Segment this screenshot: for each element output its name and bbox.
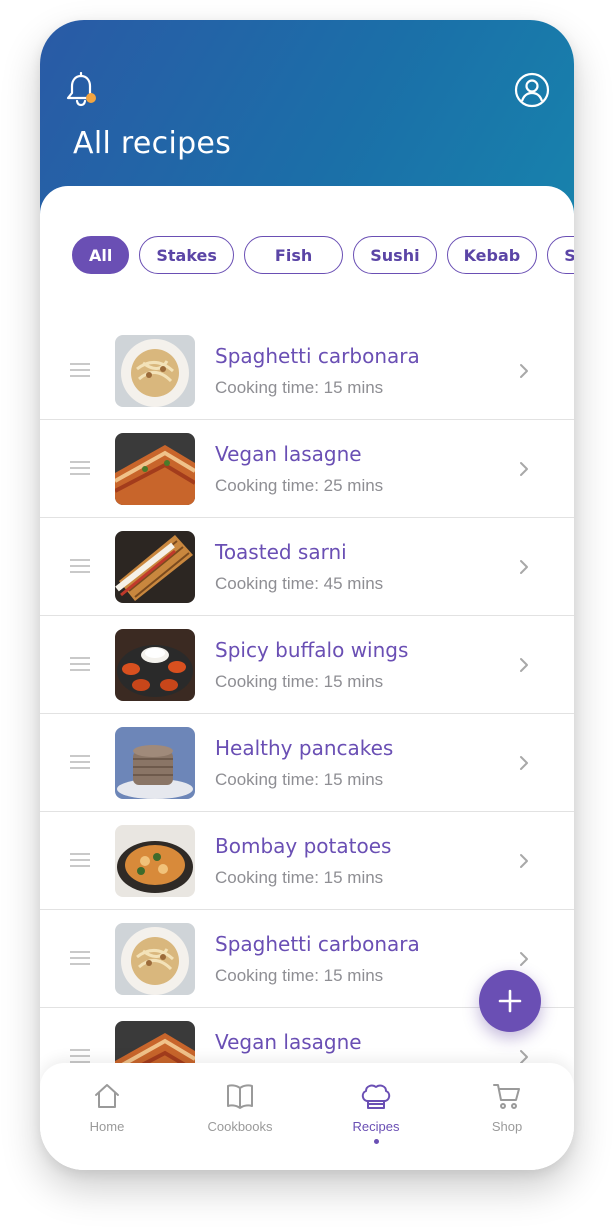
recipe-thumbnail-sandwich [115, 531, 195, 603]
recipe-title: Vegan lasagne [215, 1030, 362, 1054]
recipe-row[interactable]: Toasted sarni Cooking time: 45 mins [40, 518, 574, 616]
cart-icon [493, 1084, 520, 1109]
recipe-cooking-time: Cooking time: 15 mins [215, 868, 384, 887]
chip-stakes[interactable]: Stakes [139, 236, 234, 274]
chip-kebab[interactable]: Kebab [446, 236, 538, 274]
recipe-cooking-time: Cooking time: 15 mins [215, 770, 384, 789]
recipe-row[interactable]: Spicy buffalo wings Cooking time: 15 min… [40, 616, 574, 714]
recipe-cooking-time: Cooking time: 15 mins [215, 966, 384, 985]
chip-all[interactable]: All [72, 236, 130, 274]
recipe-row[interactable]: Healthy pancakes Cooking time: 15 mins [40, 714, 574, 812]
recipe-row[interactable]: Spaghetti carbonara Cooking time: 15 min… [40, 322, 574, 420]
chip-salads[interactable]: Salads [547, 236, 574, 274]
active-tab-indicator [374, 1139, 379, 1144]
home-icon [95, 1084, 119, 1108]
recipe-title: Vegan lasagne [215, 442, 362, 466]
recipe-title: Bombay potatoes [215, 834, 392, 858]
drag-handle-icon[interactable] [70, 755, 90, 770]
recipe-title: Spaghetti carbonara [215, 932, 420, 956]
chevron-right-icon [520, 462, 528, 476]
page-title: All recipes [73, 126, 232, 161]
recipe-row[interactable]: Bombay potatoes Cooking time: 15 mins [40, 812, 574, 910]
add-recipe-button[interactable] [479, 970, 541, 1032]
recipe-cooking-time: Cooking time: 25 mins [215, 476, 384, 495]
recipe-title: Spaghetti carbonara [215, 344, 420, 368]
filter-chips: AllStakesFishSushiKebab Salads [72, 236, 574, 276]
drag-handle-icon[interactable] [70, 951, 90, 966]
drag-handle-icon[interactable] [70, 657, 90, 672]
book-icon [227, 1084, 253, 1109]
plus-icon [498, 989, 522, 1013]
phone-frame: All recipes AllStakesFishSushiKebab Salad… [40, 20, 574, 1170]
tab-label: Shop [491, 1119, 523, 1134]
recipe-cooking-time: Cooking time: 45 mins [215, 574, 384, 593]
chip-fish[interactable]: Fish [243, 236, 344, 274]
tab-home[interactable]: Home [57, 1081, 157, 1151]
tab-label: Recipes [352, 1119, 400, 1134]
recipe-thumbnail-pancakes [115, 727, 195, 799]
tab-shop[interactable]: Shop [457, 1081, 557, 1151]
notification-dot [86, 93, 96, 103]
recipe-title: Toasted sarni [215, 540, 347, 564]
chip-sushi[interactable]: Sushi [353, 236, 437, 274]
chevron-right-icon [520, 756, 528, 770]
recipe-thumbnail-wings [115, 629, 195, 701]
tab-cookbooks[interactable]: Cookbooks [190, 1081, 290, 1151]
tab-label: Home [89, 1119, 125, 1134]
drag-handle-icon[interactable] [70, 363, 90, 378]
drag-handle-icon[interactable] [70, 559, 90, 574]
recipe-thumbnail-pasta [115, 335, 195, 407]
recipe-title: Spicy buffalo wings [215, 638, 409, 662]
recipe-row[interactable]: Vegan lasagne Cooking time: 25 mins [40, 420, 574, 518]
recipe-cooking-time: Cooking time: 15 mins [215, 672, 384, 691]
recipe-thumbnail-curry [115, 825, 195, 897]
recipe-thumbnail-pasta [115, 923, 195, 995]
recipe-cooking-time: Cooking time: 15 mins [215, 378, 384, 397]
tab-recipes[interactable]: Recipes [326, 1081, 426, 1151]
chevron-right-icon [520, 560, 528, 574]
drag-handle-icon[interactable] [70, 853, 90, 868]
chef-hat-icon [361, 1084, 391, 1109]
chevron-right-icon [520, 364, 528, 378]
drag-handle-icon[interactable] [70, 461, 90, 476]
bottom-tab-bar: Home Cookbooks Recipes Shop [40, 1063, 574, 1170]
recipe-title: Healthy pancakes [215, 736, 394, 760]
drag-handle-icon[interactable] [70, 1049, 90, 1064]
chevron-right-icon [520, 854, 528, 868]
recipe-thumbnail-lasagne [115, 433, 195, 505]
user-profile-icon[interactable] [514, 72, 550, 108]
chevron-right-icon [520, 658, 528, 672]
tab-label: Cookbooks [207, 1119, 273, 1134]
chevron-right-icon [520, 952, 528, 966]
